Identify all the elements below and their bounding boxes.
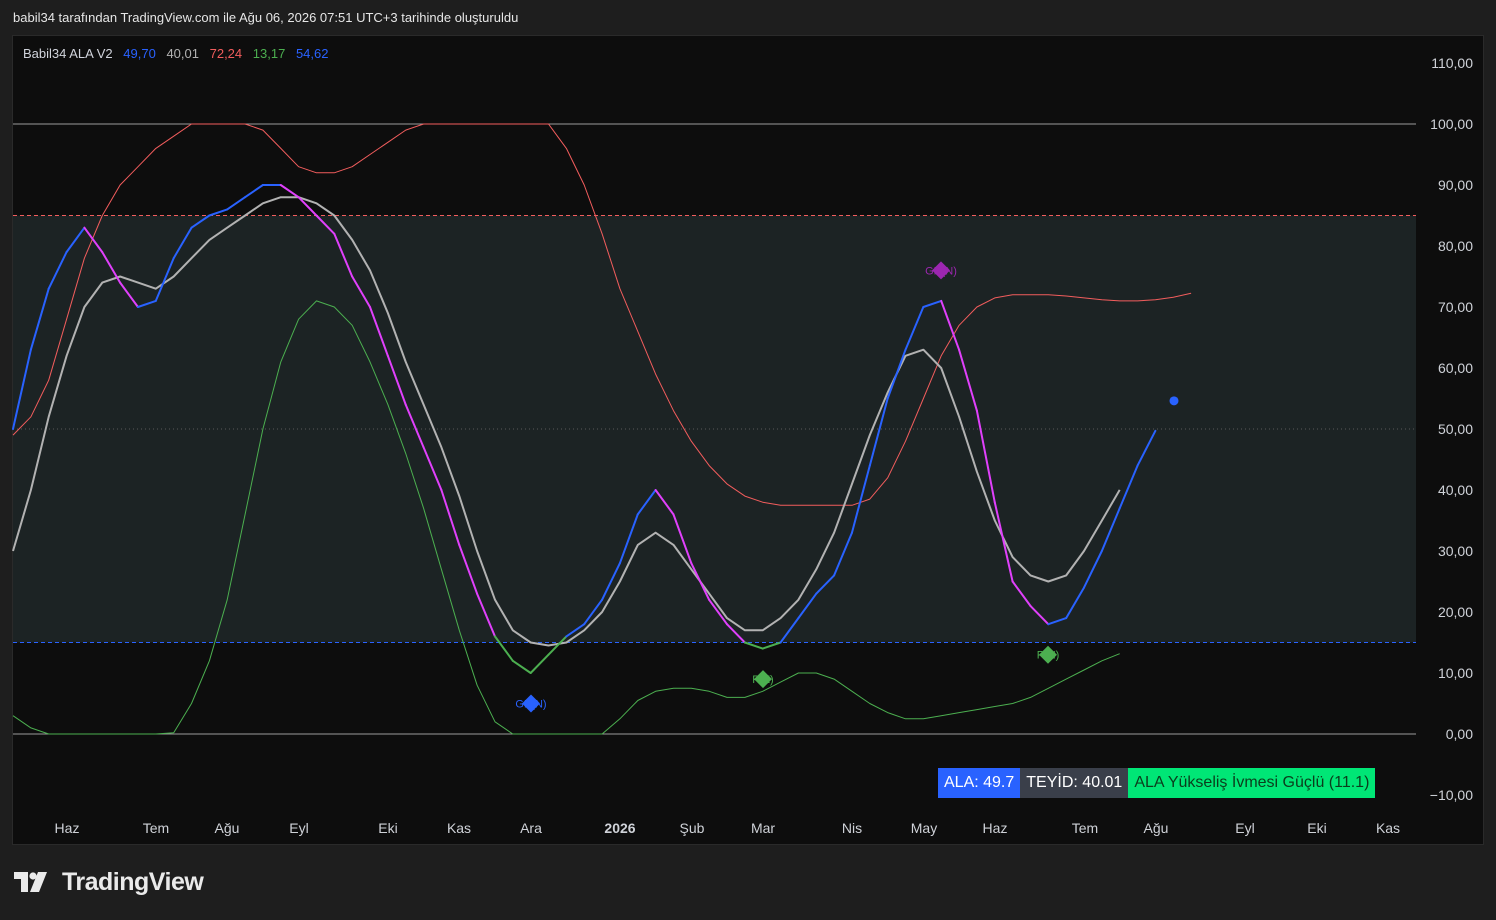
y-tick-label: 80,00 — [1438, 238, 1473, 254]
y-tick-label: −10,00 — [1430, 787, 1473, 803]
y-tick-label: 20,00 — [1438, 604, 1473, 620]
x-tick-label: Tem — [143, 820, 169, 836]
y-tick-label: 40,00 — [1438, 482, 1473, 498]
signal-marker-label: GP(N) — [515, 699, 546, 711]
ala-line-segment — [511, 659, 532, 674]
y-tick-label: 10,00 — [1438, 665, 1473, 681]
x-tick-label: Kas — [447, 820, 471, 836]
y-tick-label: 50,00 — [1438, 421, 1473, 437]
x-tick-label: May — [911, 820, 937, 836]
x-tick-label: Eki — [378, 820, 397, 836]
ala-line-segment — [743, 641, 764, 650]
x-tick-label: Ağu — [1144, 820, 1169, 836]
x-tick-label: Mar — [751, 820, 775, 836]
teyid-value-cell: TEYİD: 40.01 — [1020, 768, 1129, 798]
ala-value-cell: ALA: 49.7 — [938, 768, 1021, 798]
y-tick-label: 100,00 — [1430, 116, 1473, 132]
indicator-name: Babil34 ALA V2 — [23, 46, 113, 61]
ala-line-segment — [244, 184, 264, 199]
x-tick-label: Eyl — [1235, 820, 1254, 836]
forecast-dot — [1169, 396, 1179, 406]
ala-line-segment — [279, 184, 300, 199]
y-tick-label: 90,00 — [1438, 177, 1473, 193]
x-tick-label: Tem — [1072, 820, 1098, 836]
legend-value-green: 13,17 — [252, 46, 286, 61]
y-tick-label: 70,00 — [1438, 299, 1473, 315]
tradingview-logo-text: TradingView — [62, 868, 204, 896]
signal-marker-label: P(N) — [1037, 650, 1060, 662]
y-tick-label: 0,00 — [1446, 726, 1473, 742]
x-tick-label: Eki — [1307, 820, 1326, 836]
legend-value-gray: 40,01 — [166, 46, 199, 61]
x-tick-label: Haz — [55, 820, 80, 836]
x-tick-label: Ağu — [215, 820, 240, 836]
x-tick-label: Kas — [1376, 820, 1400, 836]
info-table: ALA: 49.7 TEYİD: 40.01 ALA Yükseliş İvme… — [938, 768, 1376, 798]
x-tick-label: Şub — [680, 820, 705, 836]
y-tick-label: 60,00 — [1438, 360, 1473, 376]
ala-line-segment — [226, 196, 247, 211]
tradingview-logo[interactable]: TradingView — [14, 868, 204, 897]
x-tick-label: Ara — [520, 820, 542, 836]
x-tick-label: Nis — [842, 820, 862, 836]
signal-marker-label: P(Z) — [752, 674, 773, 686]
x-tick-label: 2026 — [604, 820, 635, 836]
y-tick-label: 110,00 — [1431, 55, 1473, 71]
ala-line-segment — [761, 641, 782, 650]
y-tick-label: 30,00 — [1438, 543, 1473, 559]
ala-line-segment — [529, 653, 550, 674]
legend-value-red: 72,24 — [209, 46, 243, 61]
signal-marker-label: GN(N) — [925, 265, 957, 277]
indicator-legend[interactable]: Babil34 ALA V2 49,70 40,01 72,24 13,17 5… — [23, 46, 336, 61]
momentum-status-cell: ALA Yükseliş İvmesi Güçlü (11.1) — [1128, 768, 1376, 798]
legend-value-blue: 49,70 — [123, 46, 156, 61]
legend-value-forecast: 54,62 — [295, 46, 329, 61]
ala-line-segment — [208, 208, 229, 217]
x-tick-label: Haz — [983, 820, 1008, 836]
x-tick-label: Eyl — [289, 820, 308, 836]
tradingview-logo-icon — [14, 871, 47, 892]
